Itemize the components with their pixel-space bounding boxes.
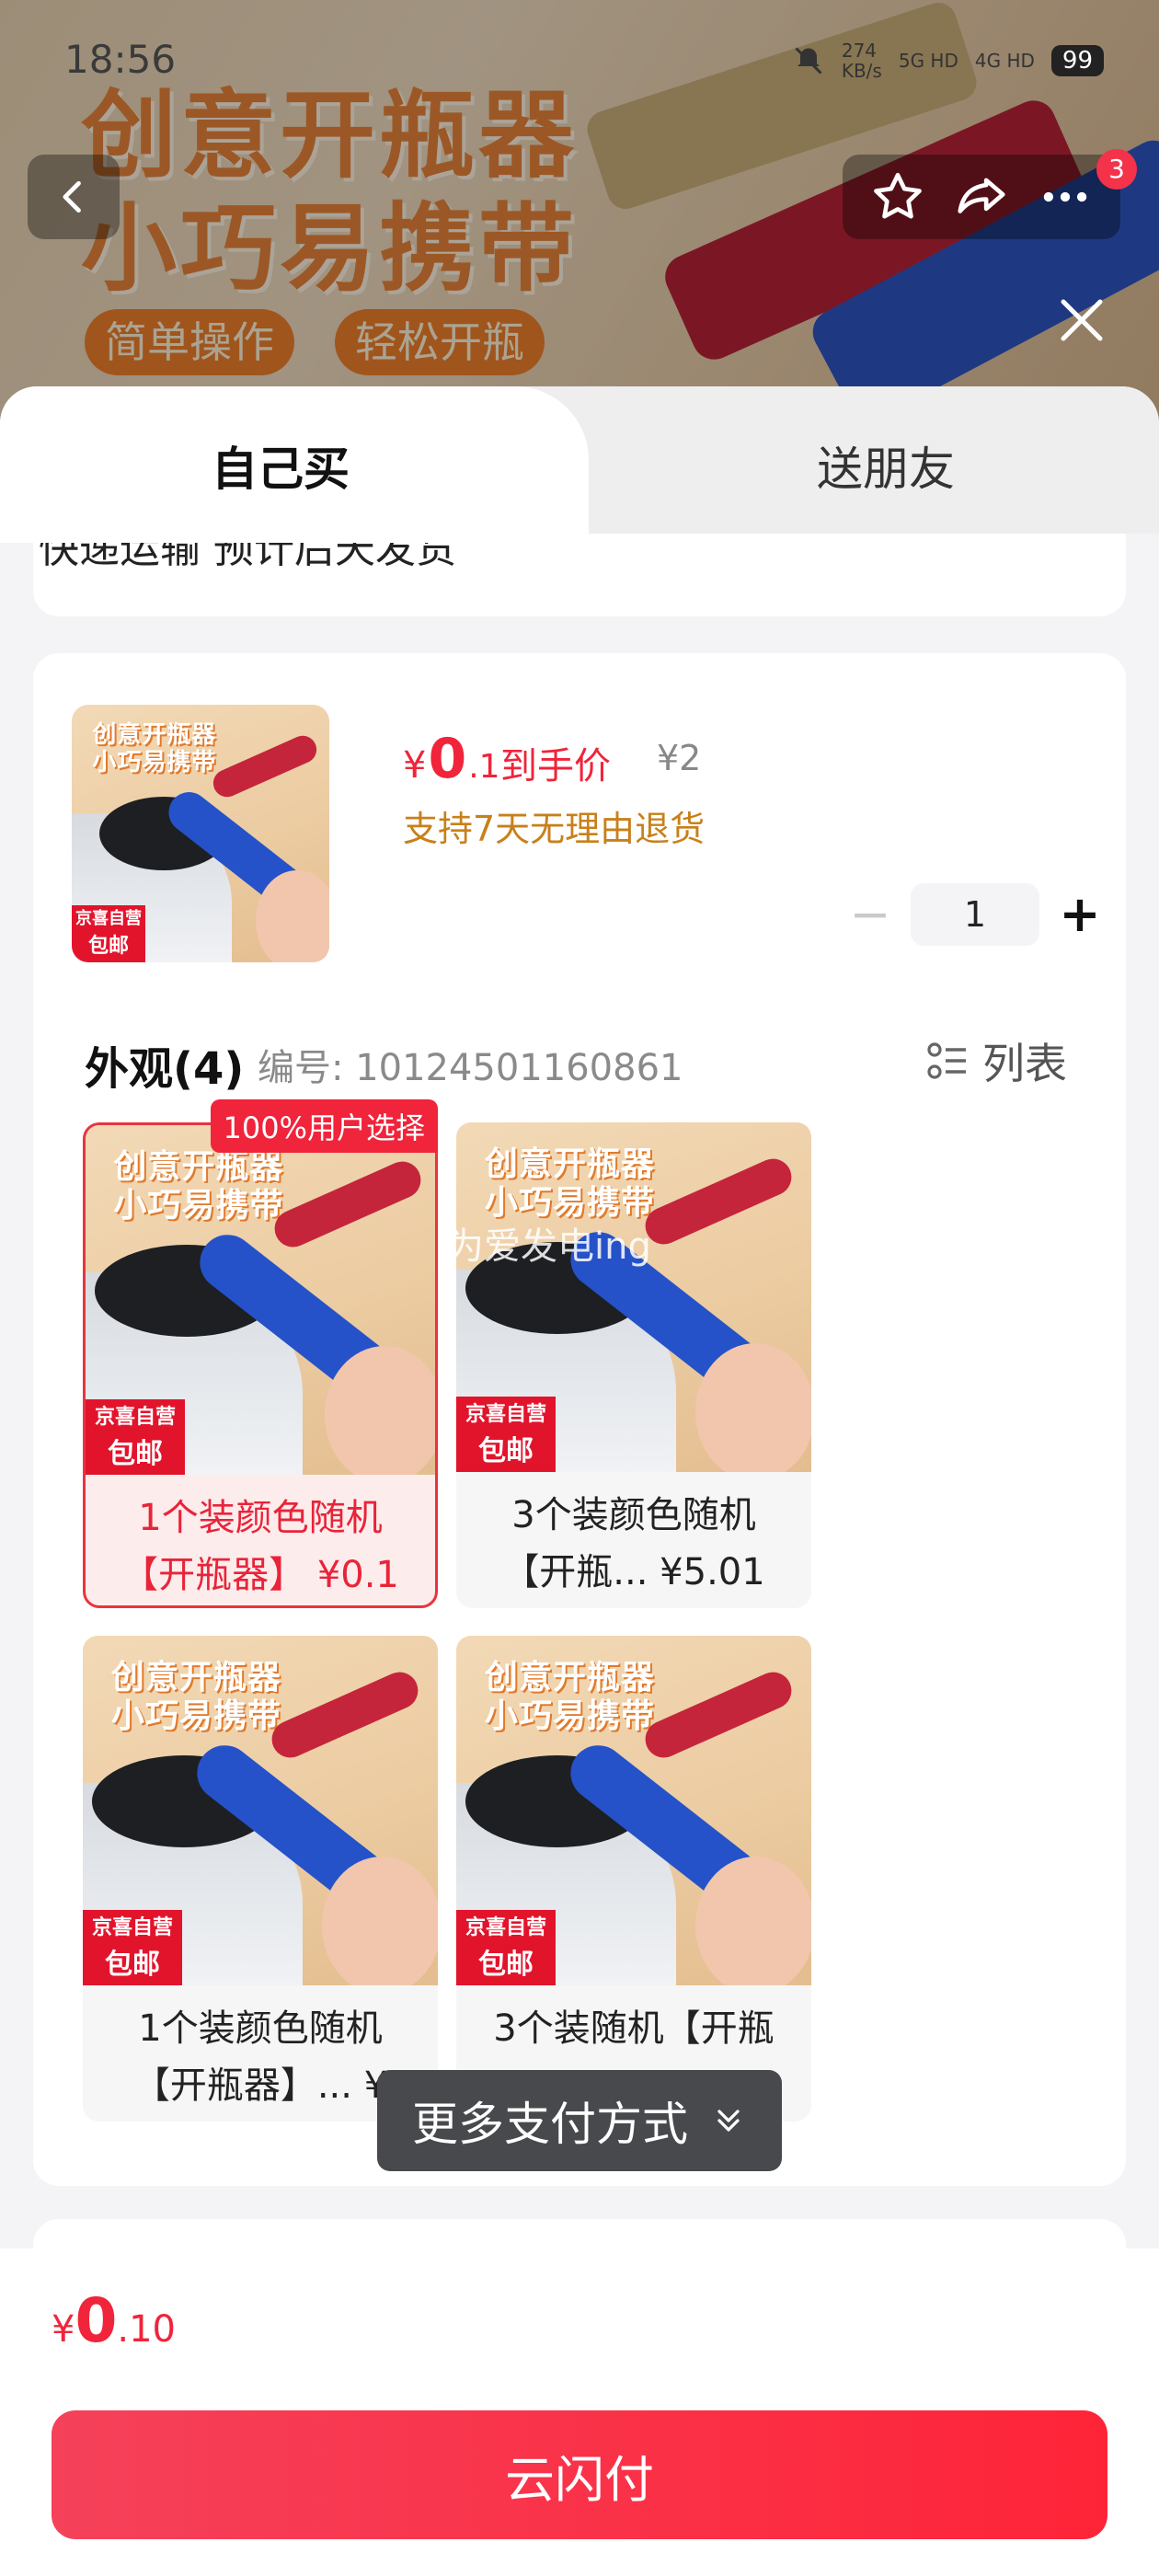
tab-bar: 自己买 送朋友 xyxy=(0,386,1159,543)
option-thumbnail: 创意开瓶器 小巧易携带 京喜自营 包邮 xyxy=(86,1125,435,1475)
option-card-2[interactable]: 创意开瓶器 小巧易携带 京喜自营 包邮 3个装颜色随机 【开瓶... ¥5.01 xyxy=(456,1122,811,1608)
more-notification-badge: 3 xyxy=(1096,149,1137,190)
checkout-footer: ¥ 0 .10 云闪付 xyxy=(0,2248,1159,2576)
option-card-3[interactable]: 创意开瓶器 小巧易携带 京喜自营 包邮 1个装颜色随机 【开瓶器】... ¥ xyxy=(83,1636,438,2122)
return-policy: 支持7天无理由退货 xyxy=(403,809,706,849)
watermark-text: 为爱发电ing xyxy=(447,1225,651,1268)
list-view-icon xyxy=(927,1042,966,1079)
quantity-stepper: − 1 + xyxy=(837,881,1113,948)
quantity-increase-button[interactable]: + xyxy=(1047,881,1113,948)
jingxi-badge: 京喜自营 包邮 xyxy=(72,905,145,962)
product-card: 创意开瓶器 小巧易携带 京喜自营 包邮 ¥ 0 .1 到手价 ¥2 支持7天无理… xyxy=(33,653,1126,2186)
more-payment-methods-button[interactable]: 更多支付方式 xyxy=(377,2070,782,2171)
option-label: 1个装颜色随机 【开瓶器】 ¥0.1 xyxy=(121,1497,399,1596)
status-bar: 18:56 274 KB/s 5G HD 4G HD 99 xyxy=(0,0,1159,110)
option-label: 3个装颜色随机 【开瓶... ¥5.01 xyxy=(502,1494,765,1593)
option-thumbnail: 创意开瓶器 小巧易携带 京喜自营 包邮 xyxy=(456,1636,811,1985)
spec-title: 外观(4) xyxy=(85,1043,245,1095)
share-icon[interactable] xyxy=(953,168,1010,225)
product-code: 编号: 10124501160861 xyxy=(258,1047,683,1089)
option-card-4[interactable]: 创意开瓶器 小巧易携带 京喜自营 包邮 3个装随机【开瓶 xyxy=(456,1636,811,2122)
price-label: 到手价 xyxy=(500,745,611,788)
star-icon[interactable] xyxy=(869,168,926,225)
option-label: 3个装随机【开瓶 xyxy=(493,2007,775,2050)
status-time: 18:56 xyxy=(64,37,177,82)
status-icons: 274 KB/s 5G HD 4G HD 99 xyxy=(792,40,1104,81)
total-price: ¥ 0 .10 xyxy=(52,2285,177,2356)
battery-indicator: 99 xyxy=(1050,45,1104,76)
tab-gift-friend[interactable]: 送朋友 xyxy=(817,432,955,499)
option-card-1[interactable]: 创意开瓶器 小巧易携带 京喜自营 包邮 1个装颜色随机 【开瓶器】 ¥0.1 1… xyxy=(83,1099,438,1608)
top-action-group xyxy=(843,155,1120,239)
purchase-sheet: 快递运输 预计后天发货 自己买 送朋友 创意开瓶器 小巧易携带 京喜自营 包邮 … xyxy=(0,386,1159,2576)
signal-5g-icon: 5G HD xyxy=(898,50,958,72)
tab-buy-self[interactable]: 自己买 xyxy=(212,432,350,499)
signal-4g-icon: 4G HD xyxy=(974,50,1035,72)
chevron-left-icon xyxy=(63,180,81,213)
original-price: ¥2 xyxy=(657,738,702,778)
union-pay-button[interactable]: 云闪付 xyxy=(52,2410,1107,2539)
close-icon[interactable] xyxy=(1054,293,1109,348)
net-speed: 274 KB/s xyxy=(841,40,882,82)
option-thumbnail: 创意开瓶器 小巧易携带 京喜自营 包邮 xyxy=(456,1122,811,1472)
option-thumbnail: 创意开瓶器 小巧易携带 京喜自营 包邮 xyxy=(83,1636,438,1985)
quantity-value[interactable]: 1 xyxy=(911,883,1039,946)
quantity-decrease-button[interactable]: − xyxy=(837,881,903,948)
product-thumbnail[interactable]: 创意开瓶器 小巧易携带 京喜自营 包邮 xyxy=(72,705,329,962)
double-chevron-down-icon xyxy=(717,2110,740,2132)
mute-bell-icon xyxy=(795,47,822,75)
back-button[interactable] xyxy=(28,155,120,239)
more-icon[interactable] xyxy=(1037,168,1094,225)
list-view-toggle[interactable]: 列表 xyxy=(925,1030,1067,1091)
product-price: ¥ 0 .1 xyxy=(403,727,500,791)
popular-choice-badge: 100%用户选择 xyxy=(210,1099,438,1153)
